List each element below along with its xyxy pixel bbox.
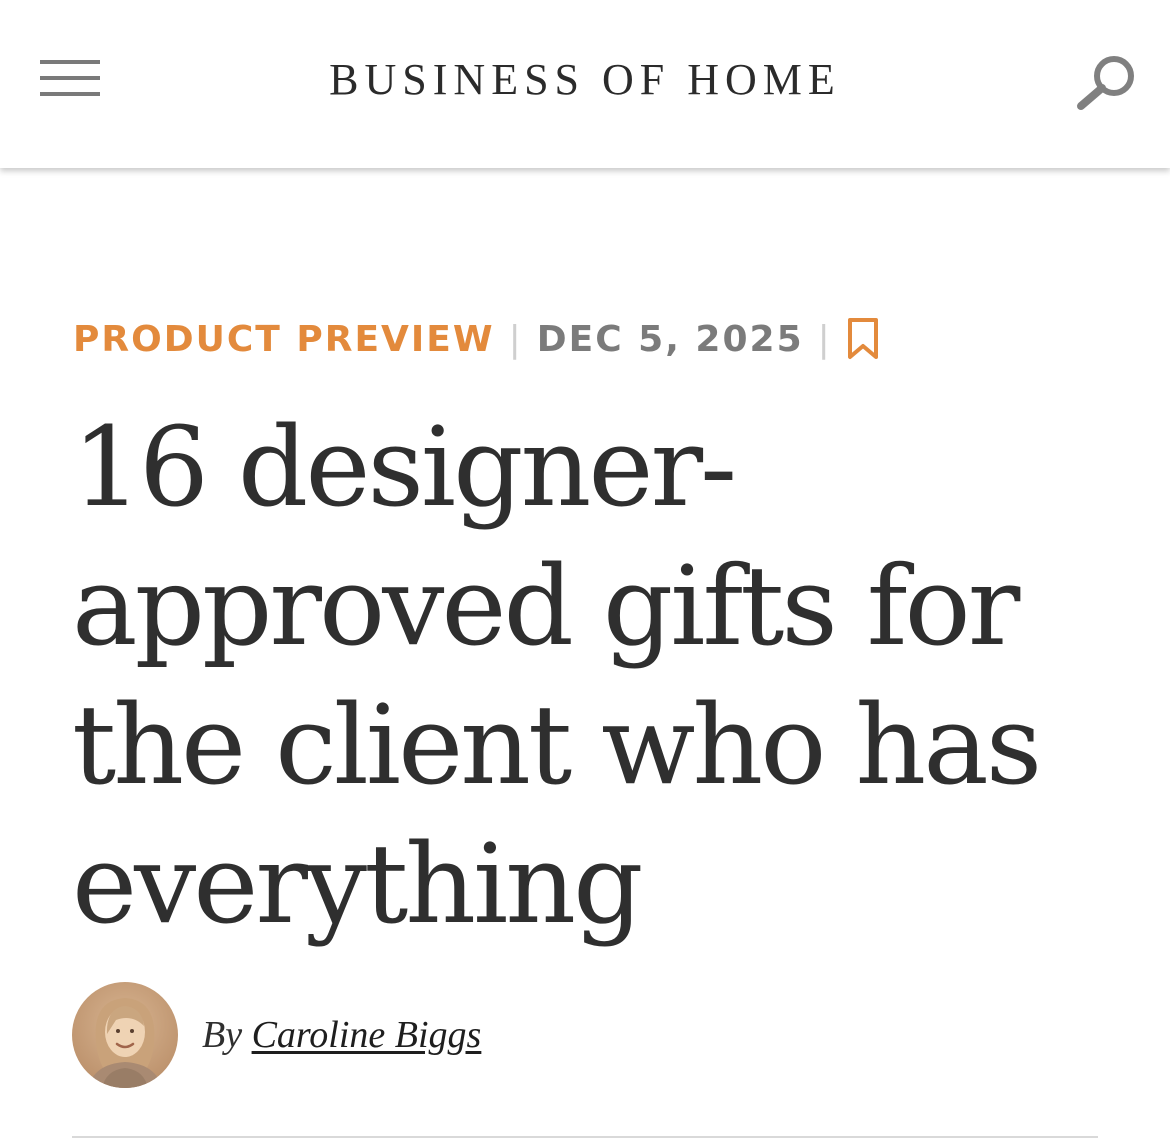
byline-text: By Caroline Biggs bbox=[202, 1013, 481, 1057]
article-headline: 16 designer-approved gifts for the clien… bbox=[72, 403, 1042, 948]
bookmark-icon[interactable] bbox=[846, 317, 880, 361]
site-logo[interactable]: BUSINESS OF HOME bbox=[0, 56, 1170, 104]
article-meta: PRODUCT PREVIEW | DEC 5, 2025 | bbox=[73, 316, 880, 362]
site-header: BUSINESS OF HOME bbox=[0, 0, 1170, 168]
publish-date: DEC 5, 2025 bbox=[536, 318, 804, 360]
author-link[interactable]: Caroline Biggs bbox=[252, 1014, 482, 1056]
divider bbox=[72, 1136, 1098, 1138]
byline-prefix: By bbox=[202, 1014, 243, 1056]
byline: By Caroline Biggs bbox=[72, 982, 481, 1088]
author-avatar[interactable] bbox=[72, 982, 178, 1088]
meta-separator: | bbox=[817, 318, 832, 360]
search-icon[interactable] bbox=[1074, 52, 1138, 112]
category-link[interactable]: PRODUCT PREVIEW bbox=[73, 319, 495, 360]
meta-separator: | bbox=[508, 318, 523, 360]
